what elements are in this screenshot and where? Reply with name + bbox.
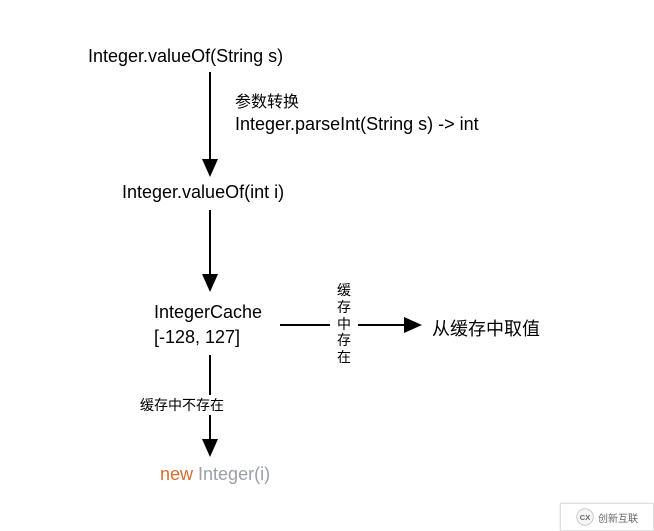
cache-range: [-128, 127] xyxy=(154,325,262,350)
label-param-convert: 参数转换 xyxy=(235,88,299,112)
svg-text:CX: CX xyxy=(580,513,590,522)
node-parseint: Integer.parseInt(String s) -> int xyxy=(235,114,479,135)
keyword-new: new xyxy=(160,464,193,484)
watermark-logo-icon: CX xyxy=(576,508,594,526)
node-valueof-int: Integer.valueOf(int i) xyxy=(122,182,284,203)
cache-name: IntegerCache xyxy=(154,300,262,325)
node-integer-cache: IntegerCache [-128, 127] xyxy=(154,300,262,350)
diagram-arrows xyxy=(0,0,654,531)
new-integer-rest: Integer(i) xyxy=(193,464,270,484)
label-from-cache: 从缓存中取值 xyxy=(432,315,540,341)
watermark: CX 创新互联 xyxy=(560,503,654,531)
watermark-text: 创新互联 xyxy=(598,510,638,525)
label-not-in-cache: 缓存中不存在 xyxy=(140,395,224,415)
label-in-cache: 缓存中存在 xyxy=(335,282,353,366)
node-new-integer: new Integer(i) xyxy=(160,464,270,485)
node-valueof-string: Integer.valueOf(String s) xyxy=(88,46,283,67)
